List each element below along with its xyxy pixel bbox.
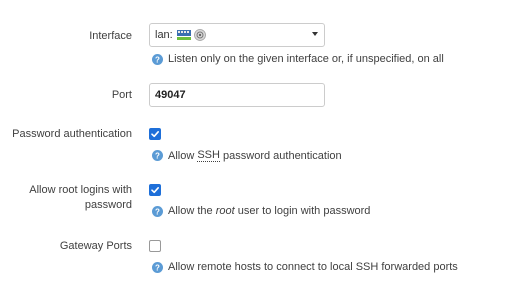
help-icon: ?	[152, 261, 163, 273]
svg-text:?: ?	[155, 55, 160, 64]
root-login-checkbox[interactable]	[149, 184, 161, 196]
network-port-icon	[176, 30, 191, 40]
ssh-abbr: SSH	[197, 149, 220, 162]
checkmark-icon	[151, 130, 159, 138]
wireless-icon	[193, 29, 206, 41]
root-login-label: Allow root logins with password	[0, 183, 132, 213]
root-user-em: root	[215, 205, 235, 217]
help-icon: ?	[152, 150, 163, 161]
svg-text:?: ?	[155, 207, 160, 216]
password-auth-hint-post: password authentication	[219, 149, 342, 162]
help-icon: ?	[152, 205, 163, 217]
port-label: Port	[111, 89, 132, 101]
root-login-label-line2: password	[84, 199, 132, 211]
port-input[interactable]	[149, 83, 325, 107]
help-icon: ?	[152, 53, 163, 65]
gateway-ports-checkbox[interactable]	[149, 240, 161, 252]
root-login-hint-pre: Allow the	[168, 205, 216, 217]
chevron-down-icon	[312, 32, 318, 36]
svg-text:?: ?	[155, 152, 160, 161]
interface-hint-text: Listen only on the given interface or, i…	[168, 53, 444, 65]
gateway-ports-hint-text: Allow remote hosts to connect to local S…	[168, 261, 458, 273]
password-auth-hint: ? Allow SSH password authentication	[152, 149, 342, 162]
interface-select[interactable]: lan:	[149, 23, 325, 47]
gateway-ports-hint: ? Allow remote hosts to connect to local…	[152, 261, 458, 273]
password-auth-label: Password authentication	[12, 128, 132, 140]
interface-select-value: lan:	[155, 29, 173, 41]
gateway-ports-label: Gateway Ports	[59, 240, 132, 252]
svg-text:?: ?	[155, 263, 160, 272]
root-login-hint: ? Allow the root user to login with pass…	[152, 205, 370, 217]
root-login-label-line1: Allow root logins with	[29, 184, 132, 196]
password-auth-checkbox[interactable]	[149, 128, 161, 140]
password-auth-hint-pre: Allow	[168, 149, 198, 162]
root-login-hint-post: user to login with password	[234, 205, 371, 217]
interface-hint: ? Listen only on the given interface or,…	[152, 53, 444, 65]
checkmark-icon	[151, 186, 159, 194]
interface-label: Interface	[89, 30, 132, 42]
